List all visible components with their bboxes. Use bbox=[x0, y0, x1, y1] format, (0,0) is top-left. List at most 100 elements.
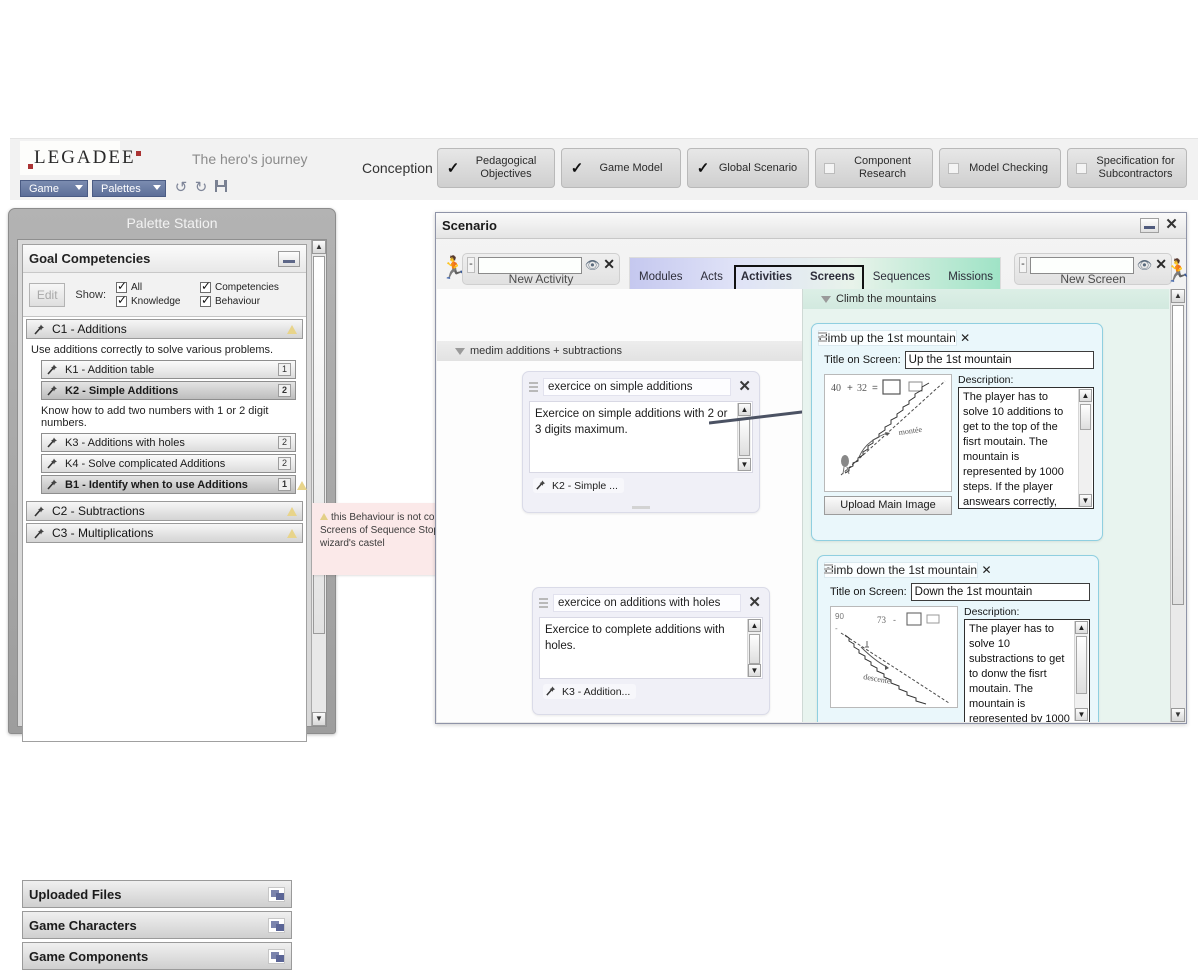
eye-icon[interactable]: 👁 bbox=[1137, 257, 1152, 273]
tab-model-checking[interactable]: Model Checking bbox=[939, 148, 1061, 188]
section-uploaded-files[interactable]: Uploaded Files bbox=[22, 880, 292, 908]
resize-handle[interactable] bbox=[632, 506, 650, 509]
collapse-button[interactable]: - bbox=[467, 257, 475, 273]
scroll-up-icon[interactable]: ▲ bbox=[1171, 289, 1185, 303]
undo-icon[interactable]: ↺ bbox=[172, 179, 190, 197]
filter-behaviour[interactable]: Behaviour bbox=[200, 296, 300, 307]
competency-c2-subtractions[interactable]: C2 - Subtractions bbox=[26, 501, 303, 521]
scrollbar-thumb[interactable] bbox=[1172, 305, 1184, 605]
redo-icon[interactable]: ↻ bbox=[192, 179, 210, 197]
checkbox-checked-icon[interactable] bbox=[200, 296, 211, 307]
tab-component-research[interactable]: ComponentResearch bbox=[815, 148, 933, 188]
menu-game[interactable]: Game bbox=[20, 180, 88, 197]
screen-card[interactable]: climb down the 1st mountain ✕ Title on S… bbox=[817, 555, 1099, 722]
goal-competencies-header[interactable]: Goal Competencies bbox=[23, 245, 306, 273]
scroll-up-icon[interactable]: ▲ bbox=[738, 403, 751, 416]
list-item[interactable]: K4 - Solve complicated Additions 2 bbox=[41, 454, 296, 473]
tab-global-scenario[interactable]: ✓ Global Scenario bbox=[687, 148, 809, 188]
list-item[interactable]: K1 - Addition table 1 bbox=[41, 360, 296, 379]
description-scrollbar[interactable]: ▲ ▼ bbox=[1074, 621, 1088, 721]
close-icon[interactable]: ✕ bbox=[603, 257, 615, 272]
triangle-down-icon[interactable] bbox=[455, 348, 465, 355]
scroll-up-icon[interactable]: ▲ bbox=[312, 240, 326, 254]
scroll-down-icon[interactable]: ▼ bbox=[738, 458, 751, 471]
eye-icon[interactable]: 👁 bbox=[585, 257, 600, 273]
activity-group-header[interactable]: medim additions + subtractions bbox=[437, 341, 802, 361]
upload-main-image-button[interactable]: Upload Main Image bbox=[824, 496, 952, 515]
description-scrollbar[interactable]: ▲ ▼ bbox=[1078, 389, 1092, 507]
tab-acts[interactable]: Acts bbox=[691, 264, 731, 290]
scenario-window-titlebar[interactable]: Scenario ✕ bbox=[436, 213, 1186, 239]
palette-scrollbar[interactable]: ▲ ▼ bbox=[311, 240, 326, 726]
close-icon[interactable]: ✕ bbox=[981, 563, 991, 577]
list-item[interactable]: B1 - Identify when to use Additions 1 bbox=[41, 475, 296, 494]
competency-tag[interactable]: K2 - Simple ... bbox=[533, 478, 624, 493]
activity-description-field[interactable]: Exercice on simple additions with 2 or 3… bbox=[529, 401, 753, 473]
description-scrollbar[interactable]: ▲ ▼ bbox=[747, 619, 761, 677]
drag-handle-icon[interactable] bbox=[539, 597, 548, 609]
scrollbar-thumb[interactable] bbox=[1076, 636, 1087, 694]
checkbox-checked-icon[interactable] bbox=[116, 296, 127, 307]
save-icon[interactable] bbox=[212, 179, 230, 197]
screen-group-header[interactable]: Climb the mountains bbox=[803, 289, 1169, 309]
tab-screens[interactable]: Screens bbox=[801, 264, 864, 290]
description-scrollbar[interactable]: ▲ ▼ bbox=[737, 403, 751, 471]
triangle-down-icon[interactable] bbox=[821, 296, 831, 303]
section-game-components[interactable]: Game Components bbox=[22, 942, 292, 970]
scrollbar-thumb[interactable] bbox=[313, 256, 325, 634]
filter-competencies[interactable]: Competencies bbox=[200, 282, 300, 293]
filter-all[interactable]: All bbox=[116, 282, 200, 293]
screen-description-field[interactable]: The player has to solve 10 substractions… bbox=[964, 619, 1090, 722]
competency-c1-additions[interactable]: C1 - Additions bbox=[26, 319, 303, 339]
scroll-down-icon[interactable]: ▼ bbox=[312, 712, 326, 726]
mountain-up-sketch[interactable]: 40 + 32 = montée bbox=[824, 374, 952, 492]
title-on-screen-input[interactable]: Down the 1st mountain bbox=[911, 583, 1090, 601]
scrollbar-thumb[interactable] bbox=[739, 418, 750, 456]
scroll-up-icon[interactable]: ▲ bbox=[748, 619, 761, 632]
screen-description-field[interactable]: The player has to solve 10 additions to … bbox=[958, 387, 1094, 509]
title-on-screen-input[interactable]: Up the 1st mountain bbox=[905, 351, 1094, 369]
tab-activities[interactable]: Activities bbox=[732, 264, 801, 290]
scroll-up-icon[interactable]: ▲ bbox=[1075, 621, 1088, 634]
scrollbar-thumb[interactable] bbox=[749, 634, 760, 664]
minimize-icon[interactable] bbox=[1140, 218, 1159, 233]
checkbox-checked-icon[interactable] bbox=[116, 282, 127, 293]
scrollbar-thumb[interactable] bbox=[1080, 404, 1091, 430]
screen-card[interactable]: climb up the 1st mountain ✕ Title on Scr… bbox=[811, 323, 1103, 541]
scroll-up-icon[interactable]: ▲ bbox=[1079, 389, 1092, 402]
activity-card[interactable]: exercice on simple additions ✕ Exercice … bbox=[522, 371, 760, 513]
activity-title-input[interactable]: exercice on additions with holes bbox=[553, 594, 741, 612]
drag-handle-icon[interactable] bbox=[529, 381, 538, 393]
close-icon[interactable]: ✕ bbox=[746, 596, 763, 610]
collapse-button[interactable]: - bbox=[1019, 257, 1027, 273]
tab-specification-subcontractors[interactable]: Specification forSubcontractors bbox=[1067, 148, 1187, 188]
competency-c3-multiplications[interactable]: C3 - Multiplications bbox=[26, 523, 303, 543]
close-icon[interactable]: ✕ bbox=[1163, 218, 1180, 234]
tab-sequences[interactable]: Sequences bbox=[864, 264, 940, 290]
close-icon[interactable]: ✕ bbox=[960, 331, 970, 345]
scroll-down-icon[interactable]: ▼ bbox=[1079, 494, 1092, 507]
list-item[interactable]: K2 - Simple Additions 2 bbox=[41, 381, 296, 400]
window-icon[interactable] bbox=[268, 918, 285, 933]
activity-card[interactable]: exercice on additions with holes ✕ Exerc… bbox=[532, 587, 770, 715]
checkbox-checked-icon[interactable] bbox=[200, 282, 211, 293]
screen-title-input[interactable]: climb down the 1st mountain bbox=[824, 562, 978, 578]
scroll-down-icon[interactable]: ▼ bbox=[748, 664, 761, 677]
screens-pane-scrollbar[interactable]: ▲ ▼ bbox=[1170, 289, 1185, 722]
window-icon[interactable] bbox=[268, 949, 285, 964]
window-icon[interactable] bbox=[268, 887, 285, 902]
list-item[interactable]: K3 - Additions with holes 2 bbox=[41, 433, 296, 452]
filter-knowledge[interactable]: Knowledge bbox=[116, 296, 200, 307]
menu-palettes[interactable]: Palettes bbox=[92, 180, 166, 197]
tab-game-model[interactable]: ✓ Game Model bbox=[561, 148, 681, 188]
section-game-characters[interactable]: Game Characters bbox=[22, 911, 292, 939]
edit-button[interactable]: Edit bbox=[29, 283, 65, 307]
close-icon[interactable]: ✕ bbox=[736, 380, 753, 394]
scroll-down-icon[interactable]: ▼ bbox=[1171, 708, 1185, 722]
scroll-down-icon[interactable]: ▼ bbox=[1075, 708, 1088, 721]
screen-title-input[interactable]: climb up the 1st mountain bbox=[818, 330, 957, 346]
mountain-down-sketch[interactable]: 90 - 73 - descente bbox=[830, 606, 958, 708]
tab-missions[interactable]: Missions bbox=[939, 264, 1002, 290]
activity-description-field[interactable]: Exercice to complete additions with hole… bbox=[539, 617, 763, 679]
activity-title-input[interactable]: exercice on simple additions bbox=[543, 378, 731, 396]
